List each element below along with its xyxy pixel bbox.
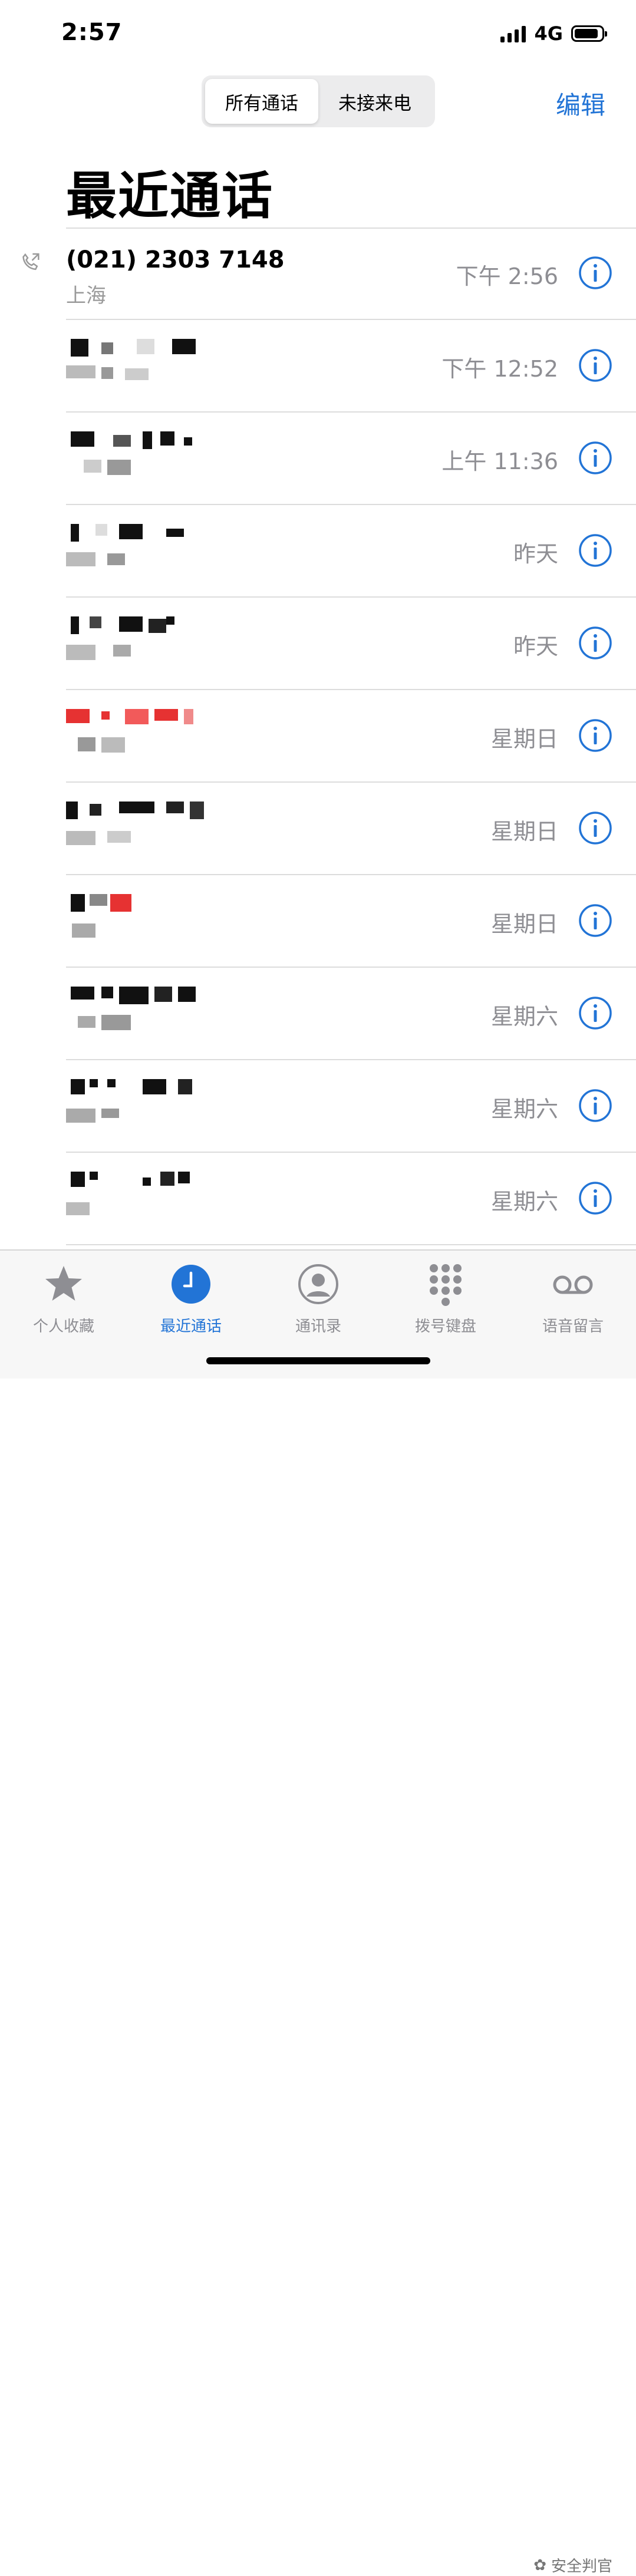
tab-contacts[interactable]: 通讯录: [265, 1262, 371, 1336]
voicemail-icon: [553, 1275, 593, 1294]
watermark-text: 安全判官: [551, 2558, 612, 2575]
status-indicators: 4G: [500, 22, 607, 45]
segment-all-calls[interactable]: 所有通话: [205, 79, 318, 124]
call-row[interactable]: 星期日: [0, 783, 636, 875]
outgoing-call-icon: [22, 253, 39, 271]
tab-keypad[interactable]: 拨号键盘: [393, 1262, 499, 1336]
pixelated-contact: [66, 611, 261, 681]
pixelated-contact: [66, 333, 261, 404]
call-row[interactable]: 星期六: [0, 968, 636, 1060]
battery-icon: [571, 25, 607, 42]
clock-icon: [172, 1265, 210, 1304]
caller-location: 上海: [66, 284, 106, 308]
call-time: 星期六: [490, 1096, 558, 1122]
wechat-icon: ✿: [533, 2556, 546, 2574]
pixelated-contact: [66, 981, 261, 1051]
pixelated-contact: [66, 518, 261, 589]
call-row[interactable]: 星期六: [0, 1060, 636, 1153]
call-row[interactable]: (021) 2303 7148 上海 下午 2:56: [0, 227, 636, 320]
call-time: 昨天: [513, 541, 558, 567]
recents-list: (021) 2303 7148 上海 下午 2:56 下午 12:52 上午 1…: [0, 227, 636, 1245]
info-icon[interactable]: [578, 1181, 612, 1215]
info-icon[interactable]: [578, 348, 612, 382]
call-row[interactable]: 下午 12:52: [0, 320, 636, 413]
call-filter-segment: 所有通话 未接来电: [202, 75, 435, 127]
tab-label: 通讯录: [295, 1318, 341, 1335]
network-label: 4G: [534, 22, 563, 45]
signal-icon: [500, 25, 526, 42]
person-icon: [298, 1264, 338, 1304]
info-icon[interactable]: [578, 441, 612, 475]
tab-label: 最近通话: [160, 1318, 222, 1335]
pixelated-contact: [66, 1166, 261, 1236]
info-icon[interactable]: [578, 626, 612, 660]
call-time: 上午 11:36: [441, 448, 558, 474]
tab-voicemail[interactable]: 语音留言: [520, 1262, 626, 1336]
info-icon[interactable]: [578, 996, 612, 1030]
segment-missed-calls[interactable]: 未接来电: [318, 79, 431, 124]
star-icon: [45, 1266, 82, 1301]
tab-label: 拨号键盘: [414, 1318, 476, 1335]
status-time: 2:57: [61, 19, 123, 46]
call-row[interactable]: 星期日: [0, 690, 636, 783]
call-row[interactable]: 星期六: [0, 1153, 636, 1245]
pixelated-contact: [66, 888, 261, 959]
edit-button[interactable]: 编辑: [556, 85, 605, 121]
call-time: 星期六: [490, 1189, 558, 1215]
call-time: 昨天: [513, 634, 558, 659]
caller-number: (021) 2303 7148: [66, 246, 285, 273]
page-title: 最近通话: [66, 167, 273, 226]
home-indicator[interactable]: [206, 1357, 430, 1364]
call-time: 星期日: [490, 726, 558, 752]
call-row[interactable]: 上午 11:36: [0, 413, 636, 505]
tab-label: 个人收藏: [32, 1318, 94, 1335]
info-icon[interactable]: [578, 533, 612, 568]
tab-label: 语音留言: [542, 1318, 604, 1335]
watermark: ✿ 安全判官: [533, 2554, 612, 2576]
pixelated-contact: [66, 1073, 261, 1144]
call-row[interactable]: 昨天: [0, 505, 636, 598]
keypad-icon: [430, 1264, 462, 1306]
info-icon[interactable]: [578, 903, 612, 938]
call-time: 星期日: [490, 911, 558, 937]
info-icon[interactable]: [578, 256, 612, 290]
pixelated-contact: [66, 796, 261, 866]
call-row[interactable]: 昨天: [0, 598, 636, 690]
tab-recents[interactable]: 最近通话: [138, 1262, 244, 1336]
info-icon[interactable]: [578, 1089, 612, 1123]
call-time: 下午 12:52: [441, 356, 558, 382]
call-row[interactable]: 星期日: [0, 875, 636, 968]
info-icon[interactable]: [578, 811, 612, 845]
pixelated-contact: [66, 426, 261, 496]
tab-favorites[interactable]: 个人收藏: [11, 1262, 117, 1336]
call-time: 星期日: [490, 819, 558, 845]
info-icon[interactable]: [578, 718, 612, 753]
call-time: 星期六: [490, 1004, 558, 1030]
call-time: 下午 2:56: [456, 263, 558, 289]
pixelated-contact: [66, 703, 261, 774]
